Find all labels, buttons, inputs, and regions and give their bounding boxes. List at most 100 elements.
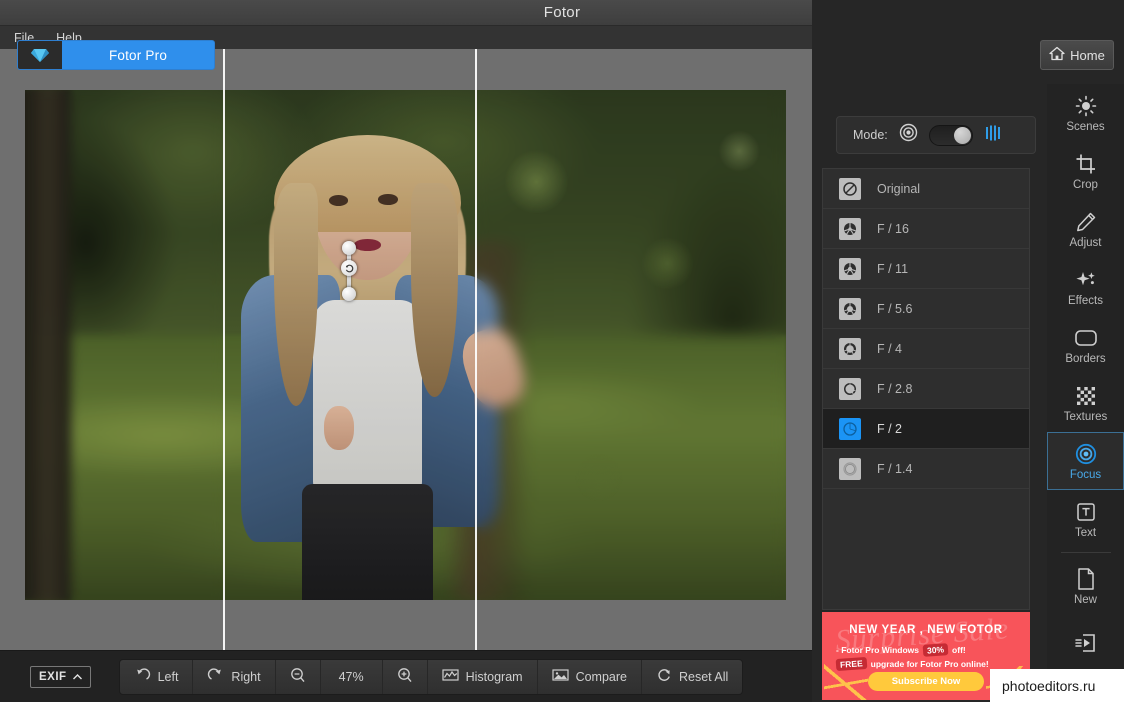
sun-icon: [1075, 94, 1097, 118]
reset-all-label: Reset All: [679, 669, 729, 684]
rail-label: Crop: [1073, 178, 1098, 191]
canvas-tool-group: Left Right 47% Histogram Compare Reset A…: [118, 658, 744, 695]
aperture-label: F / 5.6: [877, 301, 913, 316]
rotate-right-label: Right: [231, 669, 261, 684]
aperture-item-f2[interactable]: F / 2: [823, 409, 1029, 449]
reset-all-button[interactable]: Reset All: [642, 660, 742, 694]
rotate-right-icon: [207, 668, 224, 685]
compare-button[interactable]: Compare: [538, 659, 642, 694]
rail-label: Textures: [1063, 410, 1108, 423]
rail-item-focus[interactable]: Focus: [1047, 432, 1124, 490]
rail-item-text[interactable]: Text: [1047, 490, 1124, 548]
aperture-item-f4[interactable]: F / 4: [823, 329, 1029, 369]
exif-button[interactable]: EXIF: [30, 665, 91, 688]
aperture-item-f16[interactable]: F / 16: [823, 209, 1029, 249]
aperture-item-f28[interactable]: F / 2.8: [823, 369, 1029, 409]
histogram-button[interactable]: Histogram: [428, 659, 538, 694]
promo-line1-suffix: off!: [952, 645, 966, 655]
linear-focus-handle[interactable]: [341, 241, 357, 301]
aperture-item-f11[interactable]: F / 11: [823, 249, 1029, 289]
rail-item-effects[interactable]: Effects: [1047, 258, 1124, 316]
rotate-left-button[interactable]: Left: [120, 659, 194, 694]
rail-item-scenes[interactable]: Scenes: [1047, 84, 1124, 142]
edited-photo[interactable]: [25, 90, 786, 600]
chevron-up-icon: [72, 671, 82, 683]
promo-line1-prefix: - Fotor Pro Windows: [836, 645, 920, 655]
exif-label: EXIF: [39, 670, 67, 683]
home-button[interactable]: Home: [1040, 40, 1114, 70]
rail-item-new[interactable]: New: [1047, 557, 1124, 615]
text-box-icon: [1075, 500, 1097, 524]
zoom-level-value[interactable]: 47%: [321, 659, 383, 694]
zoom-out-button[interactable]: [276, 659, 321, 694]
radial-focus-icon[interactable]: [899, 123, 918, 147]
checker-grid-icon: [1075, 384, 1097, 408]
aperture-16-icon: [839, 217, 861, 240]
aperture-item-f56[interactable]: F / 5.6: [823, 289, 1029, 329]
image-canvas[interactable]: [0, 49, 812, 650]
rail-label: Scenes: [1066, 120, 1105, 133]
home-label: Home: [1070, 47, 1105, 63]
focus-target-icon: [1074, 442, 1098, 466]
histogram-label: Histogram: [465, 669, 523, 684]
sparkles-icon: [1075, 268, 1097, 292]
aperture-28-icon: [839, 377, 861, 400]
subscribe-now-button[interactable]: Subscribe Now: [868, 672, 984, 691]
aperture-label: F / 16: [877, 221, 909, 236]
mode-label: Mode:: [853, 128, 888, 142]
site-watermark: photoeditors.ru: [990, 669, 1124, 702]
crop-icon: [1075, 152, 1097, 176]
promo-discount-badge: 30%: [922, 643, 949, 657]
aperture-4-icon: [839, 337, 861, 360]
focus-handle-top[interactable]: [342, 241, 356, 255]
aperture-label: F / 2.8: [877, 381, 913, 396]
aperture-2-icon: [839, 417, 861, 440]
rail-item-textures[interactable]: Textures: [1047, 374, 1124, 432]
export-arrow-icon: [1074, 631, 1098, 655]
rail-item-crop[interactable]: Crop: [1047, 142, 1124, 200]
home-icon: [1049, 46, 1065, 64]
rail-item-adjust[interactable]: Adjust: [1047, 200, 1124, 258]
fotor-application-window: Fotor File Help EXIF Left Right 47% Hist…: [0, 0, 1124, 702]
focus-settings-panel: Mode: Original F / 16 F / 11 F / 5.6 F /…: [812, 88, 1040, 702]
compare-label: Compare: [575, 669, 627, 684]
tool-rail: Scenes Crop Adjust Effects Borders Textu…: [1047, 84, 1124, 702]
aperture-label: Original: [877, 181, 921, 196]
rotate-left-label: Left: [157, 669, 179, 684]
focus-guide-line-left[interactable]: [223, 49, 225, 650]
rail-label: Effects: [1068, 294, 1103, 307]
compare-image-icon: [551, 668, 569, 685]
mode-toggle-knob: [953, 126, 971, 144]
photo-tone-veil: [25, 90, 786, 600]
rounded-frame-icon: [1074, 326, 1098, 350]
aperture-item-original[interactable]: Original: [823, 169, 1029, 209]
rotate-right-button[interactable]: Right: [193, 659, 276, 694]
promo-line-1: - Fotor Pro Windows 30% off!: [836, 643, 1022, 657]
aperture-14-icon: [839, 457, 861, 480]
aperture-item-f14[interactable]: F / 1.4: [823, 449, 1029, 489]
aperture-label: F / 1.4: [877, 461, 913, 476]
focus-guide-line-right[interactable]: [475, 49, 477, 650]
aperture-list[interactable]: Original F / 16 F / 11 F / 5.6 F / 4 F /…: [822, 168, 1030, 610]
zoom-out-icon: [290, 667, 306, 686]
mode-toggle-switch[interactable]: [928, 124, 973, 146]
bottom-toolbar: EXIF Left Right 47% Histogram Compare Re…: [0, 650, 812, 702]
mode-control: Mode:: [836, 116, 1036, 154]
rail-label: Focus: [1069, 468, 1102, 481]
rail-label: Adjust: [1069, 236, 1102, 249]
histogram-icon: [442, 668, 459, 685]
aperture-label: F / 2: [877, 421, 903, 436]
aperture-label: F / 11: [877, 261, 909, 276]
rail-item-borders[interactable]: Borders: [1047, 316, 1124, 374]
focus-rotate-handle[interactable]: [341, 260, 357, 276]
no-aperture-icon: [839, 177, 861, 200]
linear-focus-icon[interactable]: [984, 124, 1004, 147]
fotor-pro-label: Fotor Pro: [108, 47, 168, 63]
fotor-pro-button[interactable]: Fotor Pro: [17, 40, 215, 70]
pencil-icon: [1075, 210, 1097, 234]
zoom-in-button[interactable]: [383, 659, 428, 694]
focus-handle-bottom[interactable]: [342, 287, 356, 301]
promo-headline: NEW YEAR , NEW FOTOR: [849, 624, 1003, 636]
promo-line2-text: upgrade for Fotor Pro online!: [870, 659, 989, 669]
rail-item-export[interactable]: [1047, 615, 1124, 673]
